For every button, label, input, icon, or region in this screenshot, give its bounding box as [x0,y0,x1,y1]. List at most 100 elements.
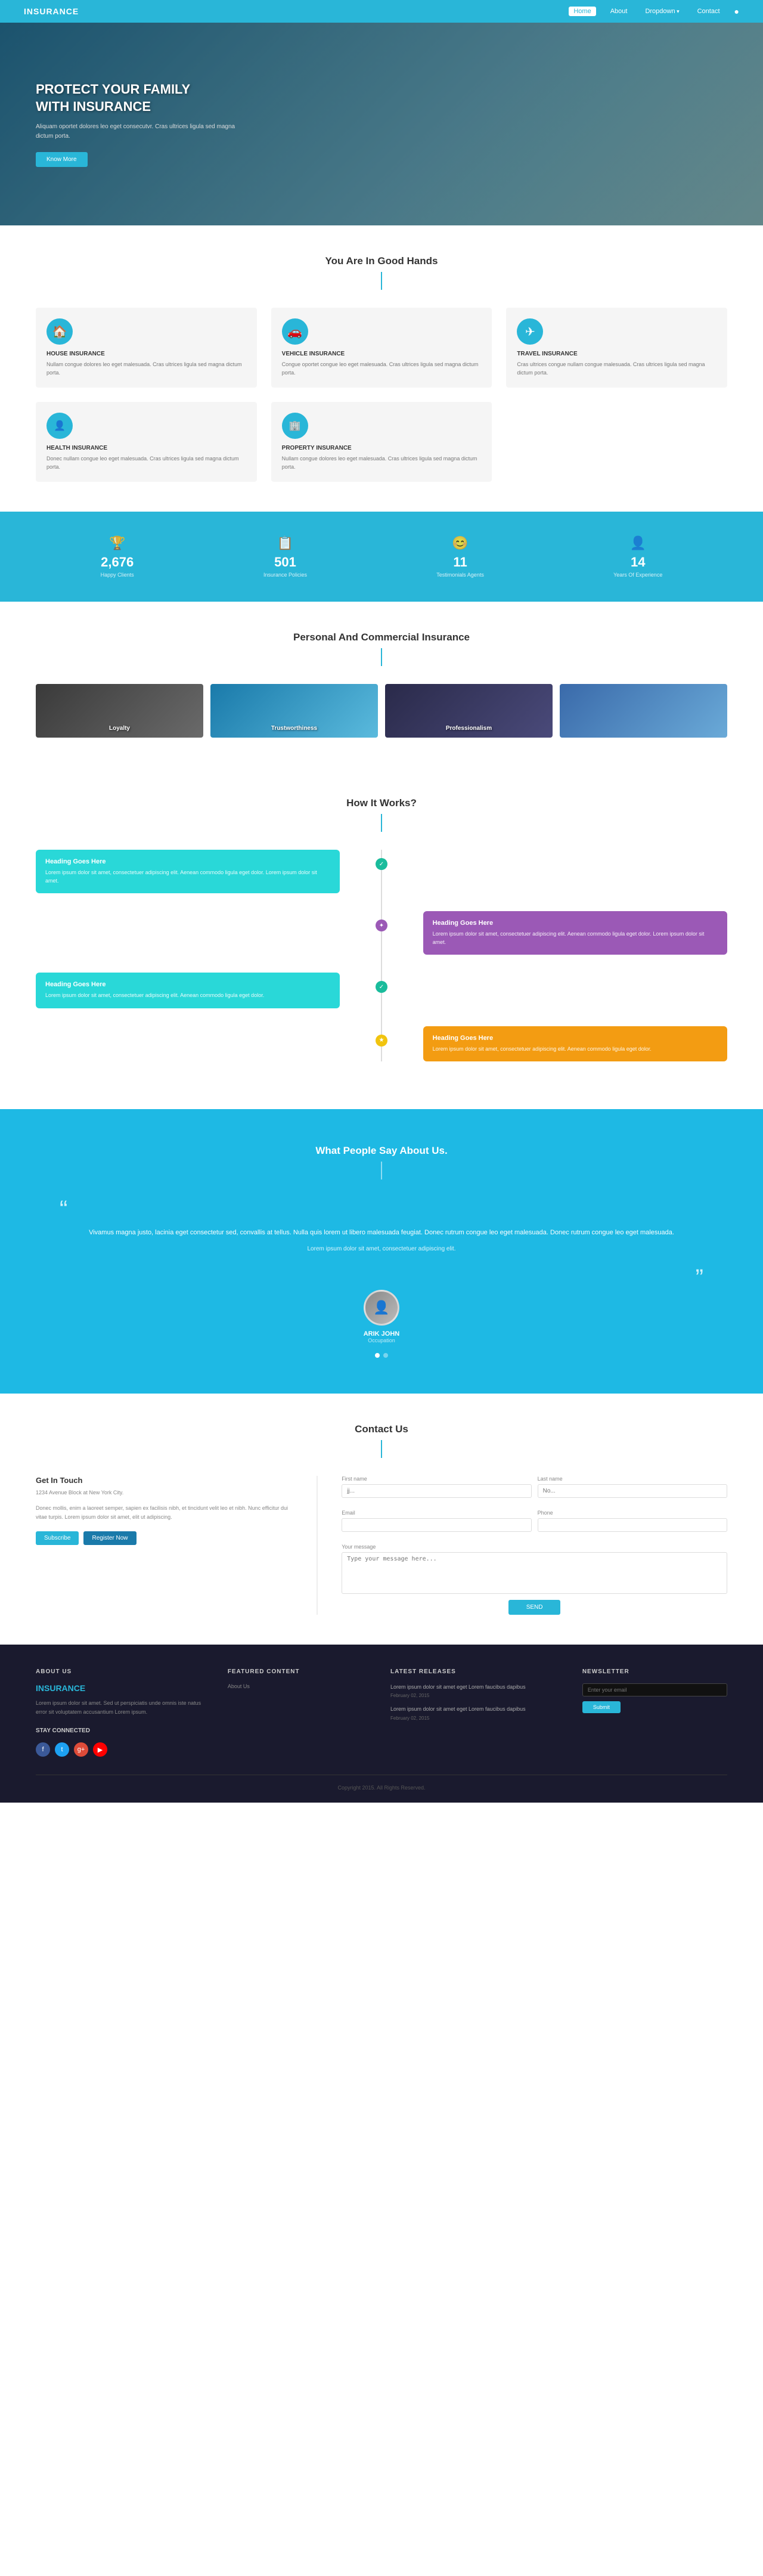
stat-clients-icon: 🏆 [101,535,134,551]
last-name-input[interactable] [538,1484,727,1498]
pc-title: Personal And Commercial Insurance [36,631,727,643]
user-icon[interactable]: ● [734,7,739,16]
how-it-works-title: How It Works? [36,797,727,809]
footer-news-item-2: Lorem ipsum dolor sit amet eget Lorem fa… [390,1705,565,1721]
hero-title: PROTECT YOUR FAMILYWITH INSURANCE [36,81,238,115]
footer-about-text: Lorem ipsum dolor sit amet. Sed ut persp… [36,1699,210,1717]
message-textarea[interactable] [342,1552,727,1594]
timeline-card-1-title: Heading Goes Here [45,858,330,865]
first-name-input[interactable] [342,1484,531,1498]
form-email-group: Email [342,1510,531,1532]
service-card-vehicle: 🚗 VEHICLE INSURANCE Congue oportet congu… [271,308,492,388]
section-divider-1 [381,272,382,290]
good-hands-title: You Are In Good Hands [36,255,727,267]
stat-testimonials-number: 11 [436,555,484,570]
travel-insurance-desc: Cras ultrices congue nullam congue males… [517,361,717,377]
testimonial-quote: Vivamus magna justo, lacinia eget consec… [60,1227,703,1239]
newsletter-submit-button[interactable]: Submit [582,1701,621,1713]
quote-close-icon: ” [60,1266,703,1290]
form-name-row: First name Last name [342,1476,727,1504]
footer-about-us-link[interactable]: About Us [228,1683,373,1689]
testimonials-section: What People Say About Us. “ Vivamus magn… [0,1109,763,1394]
last-name-label: Last name [538,1476,727,1482]
travel-insurance-icon: ✈ [517,318,543,345]
stat-experience: 👤 14 Years Of Experience [613,535,662,578]
timeline-card-2-text: Lorem ipsum dolor sit amet, consectetuer… [433,930,718,946]
reviewer-name: ARIK JOHN [60,1330,703,1337]
navbar: INSURANCE Home About Dropdown Contact ● [0,0,763,23]
timeline-card-1: Heading Goes Here Lorem ipsum dolor sit … [36,850,340,893]
personal-commercial-section: Personal And Commercial Insurance Loyalt… [0,602,763,767]
googleplus-icon[interactable]: g+ [74,1742,88,1757]
pc-card-trust-label: Trustworthiness [271,725,317,732]
footer-about-title: ABOUT US [36,1668,210,1675]
nav-about[interactable]: About [607,7,631,16]
services-grid-top: 🏠 HOUSE INSURANCE Nullam congue dolores … [36,308,727,388]
section-divider-4 [381,1440,382,1458]
stat-experience-icon: 👤 [613,535,662,551]
quote-open-icon: “ [60,1197,703,1221]
timeline-row-2: Heading Goes Here Lorem ipsum dolor sit … [36,911,727,955]
stat-experience-label: Years Of Experience [613,572,662,578]
footer-grid: ABOUT US INSURANCE Lorem ipsum dolor sit… [36,1668,727,1757]
stat-happy-clients: 🏆 2,676 Happy Clients [101,535,134,578]
subscribe-button[interactable]: Subscribe [36,1531,79,1545]
services-spacer [506,402,727,482]
youtube-icon[interactable]: ▶ [93,1742,107,1757]
send-button[interactable]: SEND [508,1600,561,1615]
email-input[interactable] [342,1518,531,1532]
footer-news-item-1: Lorem ipsum dolor sit amet eget Lorem fa… [390,1683,565,1699]
phone-label: Phone [538,1510,727,1516]
footer-latest-title: LATEST RELEASES [390,1668,565,1675]
footer: ABOUT US INSURANCE Lorem ipsum dolor sit… [0,1645,763,1803]
phone-input[interactable] [538,1518,727,1532]
facebook-icon[interactable]: f [36,1742,50,1757]
property-insurance-icon: 🏢 [282,413,308,439]
testimonial-sub: Lorem ipsum dolor sit amet, consectetuer… [60,1244,703,1254]
contact-vertical-divider [317,1476,318,1615]
good-hands-section: You Are In Good Hands 🏠 HOUSE INSURANCE … [0,225,763,512]
service-card-property: 🏢 PROPERTY INSURANCE Nullam congue dolor… [271,402,492,482]
register-button[interactable]: Register Now [83,1531,136,1545]
hero-content: PROTECT YOUR FAMILYWITH INSURANCE Aliqua… [36,81,238,167]
footer-copyright: Copyright 2015. All Rights Reserved. [36,1775,727,1791]
contact-info: Get In Touch 1234 Avenue Block at New Yo… [36,1476,293,1615]
pc-card-4[interactable] [560,684,727,738]
form-first-name-group: First name [342,1476,531,1498]
form-last-name-group: Last name [538,1476,727,1498]
stat-policies-icon: 📋 [263,535,307,551]
service-card-travel: ✈ TRAVEL INSURANCE Cras ultrices congue … [506,308,727,388]
hero-cta-button[interactable]: Know More [36,152,88,167]
timeline-card-3-text: Lorem ipsum dolor sit amet, consectetuer… [45,992,330,1000]
timeline-card-2-title: Heading Goes Here [433,919,718,927]
nav-home[interactable]: Home [569,7,595,16]
twitter-icon[interactable]: t [55,1742,69,1757]
footer-news-date-1: February 02, 2015 [390,1693,565,1698]
health-insurance-desc: Donec nullam congue leo eget malesuada. … [46,455,246,471]
testimonials-title: What People Say About Us. [60,1145,703,1157]
house-insurance-icon: 🏠 [46,318,73,345]
nav-dropdown[interactable]: Dropdown [641,7,683,16]
testimonial-dot-2[interactable] [383,1353,388,1358]
footer-news-title-1: Lorem ipsum dolor sit amet eget Lorem fa… [390,1683,565,1692]
stay-connected-label: STAY CONNECTED [36,1727,210,1734]
section-divider-3 [381,814,382,832]
timeline-dot-1: ✓ [376,858,387,870]
stat-policies: 📋 501 Insurance Policies [263,535,307,578]
stat-experience-number: 14 [613,555,662,570]
house-insurance-desc: Nullam congue dolores leo eget malesuada… [46,361,246,377]
footer-newsletter-title: NEWSLETTER [582,1668,727,1675]
testimonial-dot-1[interactable] [375,1353,380,1358]
pc-card-trust[interactable]: Trustworthiness [210,684,378,738]
newsletter-input[interactable] [582,1683,727,1696]
stat-clients-number: 2,676 [101,555,134,570]
pc-card-professionalism[interactable]: Professionalism [385,684,553,738]
timeline-row-3: Heading Goes Here Lorem ipsum dolor sit … [36,973,727,1008]
pc-card-loyalty[interactable]: Loyalty [36,684,203,738]
pc-images-grid: Loyalty Trustworthiness Professionalism [36,684,727,738]
house-insurance-name: HOUSE INSURANCE [46,351,246,357]
testimonial-divider [381,1162,382,1179]
footer-news-title-2: Lorem ipsum dolor sit amet eget Lorem fa… [390,1705,565,1714]
nav-contact[interactable]: Contact [694,7,724,16]
timeline-card-1-text: Lorem ipsum dolor sit amet, consectetuer… [45,869,330,885]
